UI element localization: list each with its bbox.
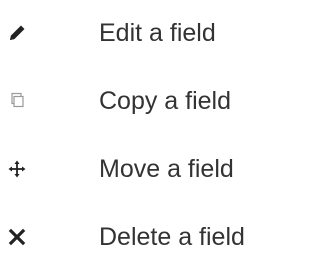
- move-field-label: Move a field: [99, 154, 234, 183]
- field-actions-menu: Edit a field Copy a field Move a field D…: [0, 0, 270, 272]
- delete-field-item[interactable]: Delete a field: [0, 212, 270, 262]
- move-field-item[interactable]: Move a field: [0, 144, 270, 194]
- move-icon: [6, 158, 28, 180]
- copy-icon: [6, 90, 28, 112]
- edit-field-label: Edit a field: [99, 18, 216, 47]
- close-icon: [6, 226, 28, 248]
- delete-field-label: Delete a field: [99, 222, 245, 251]
- copy-field-label: Copy a field: [99, 86, 232, 115]
- copy-field-item[interactable]: Copy a field: [0, 76, 270, 126]
- pencil-icon: [6, 22, 28, 44]
- edit-field-item[interactable]: Edit a field: [0, 8, 270, 58]
